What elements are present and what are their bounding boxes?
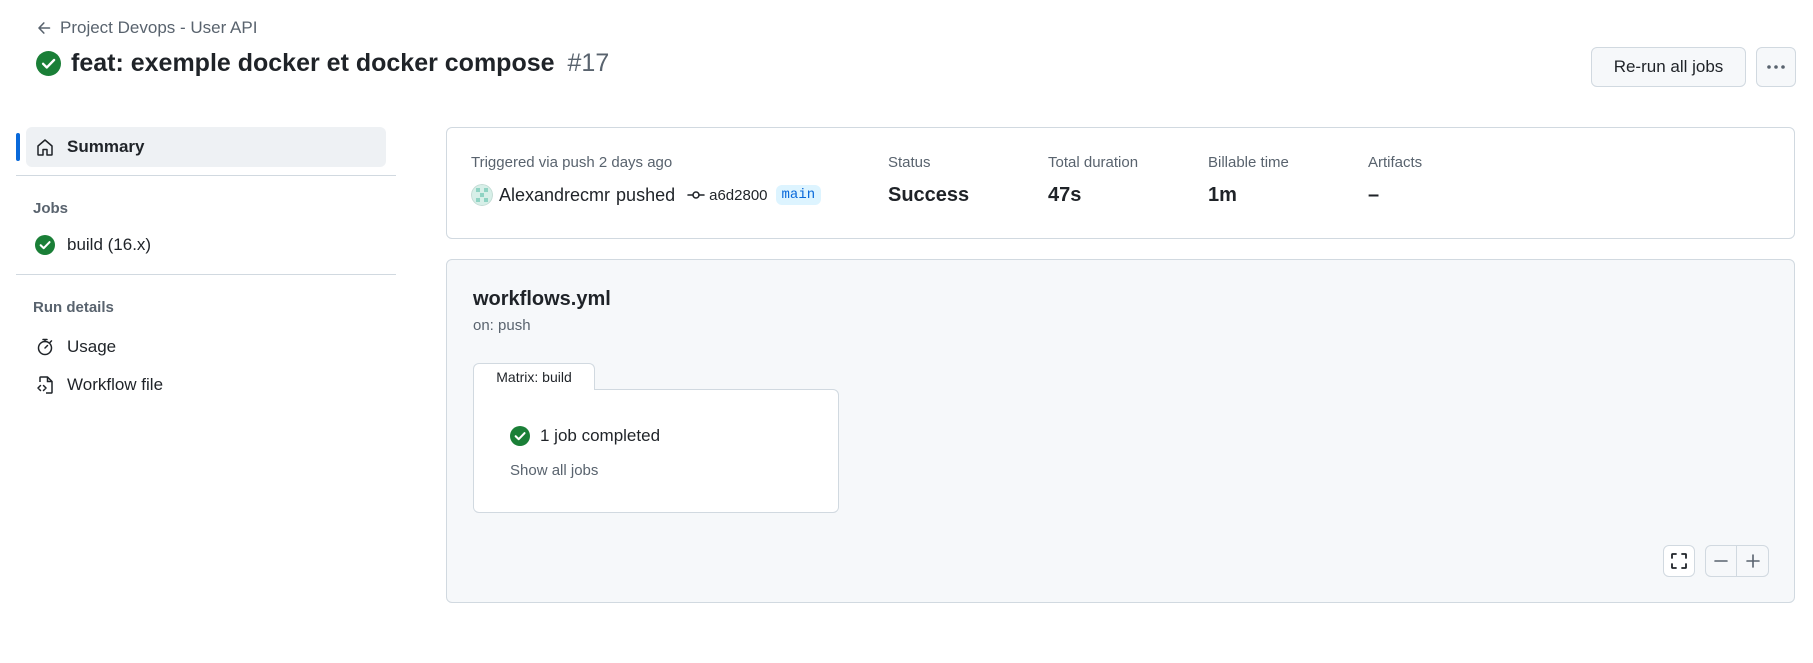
billable-value: 1m <box>1208 184 1237 206</box>
workflow-graph-card: workflows.yml on: push Matrix: build 1 j… <box>446 259 1795 603</box>
sidebar-item-label: Summary <box>67 137 145 156</box>
matrix-job-box: 1 job completed Show all jobs <box>473 389 839 513</box>
zoom-in-button[interactable] <box>1737 545 1769 577</box>
jobs-heading: Jobs <box>33 200 69 217</box>
home-icon <box>35 137 55 157</box>
show-all-jobs-link[interactable]: Show all jobs <box>510 462 598 479</box>
zoom-group <box>1705 545 1769 577</box>
page-title: feat: exemple docker et docker compose #… <box>36 49 609 78</box>
sidebar-item-usage[interactable]: Usage <box>16 328 396 366</box>
more-options-button[interactable] <box>1756 47 1796 87</box>
stopwatch-icon <box>35 337 55 357</box>
job-completed-label: 1 job completed <box>540 426 661 445</box>
artifacts-value: – <box>1368 184 1380 206</box>
trigger-line: Alexandrecmr pushed a6d2800 main <box>471 184 822 206</box>
actor-link[interactable]: Alexandrecmr <box>499 185 610 206</box>
success-check-icon <box>36 51 61 76</box>
action-text: pushed <box>616 184 676 205</box>
success-check-icon <box>510 426 530 446</box>
workflow-name: workflows.yml <box>473 288 611 310</box>
sidebar-item-workflow-file[interactable]: Workflow file <box>16 366 396 404</box>
success-check-icon <box>35 235 55 255</box>
sidebar-item-summary[interactable]: Summary <box>16 127 386 167</box>
artifacts-label: Artifacts <box>1368 154 1423 171</box>
sidebar-item-label: Workflow file <box>67 375 164 394</box>
sidebar-item-job-build[interactable]: build (16.x) <box>16 226 396 264</box>
git-commit-icon <box>687 188 705 202</box>
graph-controls <box>1663 545 1769 577</box>
trigger-label: Triggered via push 2 days ago <box>471 154 673 171</box>
back-link[interactable]: Project Devops - User API <box>36 18 257 38</box>
duration-value: 47s <box>1048 184 1082 206</box>
run-number: #17 <box>567 49 610 77</box>
avatar[interactable] <box>471 184 493 206</box>
status-label: Status <box>888 154 931 171</box>
kebab-horizontal-icon <box>1766 64 1786 70</box>
status-value: Success <box>888 184 970 206</box>
minus-icon <box>1713 553 1729 569</box>
fullscreen-icon <box>1670 552 1688 570</box>
rerun-all-jobs-button[interactable]: Re-run all jobs <box>1591 47 1746 87</box>
file-code-icon <box>35 375 55 395</box>
plus-icon <box>1745 553 1761 569</box>
job-completed-status[interactable]: 1 job completed <box>510 426 660 446</box>
commit-link[interactable]: a6d2800 <box>687 186 768 204</box>
run-title: feat: exemple docker et docker compose <box>71 49 555 77</box>
matrix-tab: Matrix: build <box>473 363 595 390</box>
back-link-label: Project Devops - User API <box>60 18 258 37</box>
run-details-heading: Run details <box>33 299 114 316</box>
sidebar-item-label: build (16.x) <box>67 235 152 254</box>
commit-sha: a6d2800 <box>709 186 768 204</box>
fullscreen-button[interactable] <box>1663 545 1695 577</box>
workflow-trigger: on: push <box>473 317 531 334</box>
branch-label[interactable]: main <box>775 185 822 205</box>
sidebar: Summary Jobs build (16.x) Run details Us… <box>16 127 396 404</box>
divider <box>16 175 396 176</box>
duration-label: Total duration <box>1048 154 1139 171</box>
sidebar-item-label: Usage <box>67 337 117 356</box>
active-indicator <box>16 133 20 161</box>
arrow-left-icon <box>36 20 52 36</box>
divider <box>16 274 396 275</box>
zoom-out-button[interactable] <box>1705 545 1737 577</box>
run-summary-card: Triggered via push 2 days ago Alexandrec… <box>446 127 1795 239</box>
billable-label: Billable time <box>1208 154 1289 171</box>
